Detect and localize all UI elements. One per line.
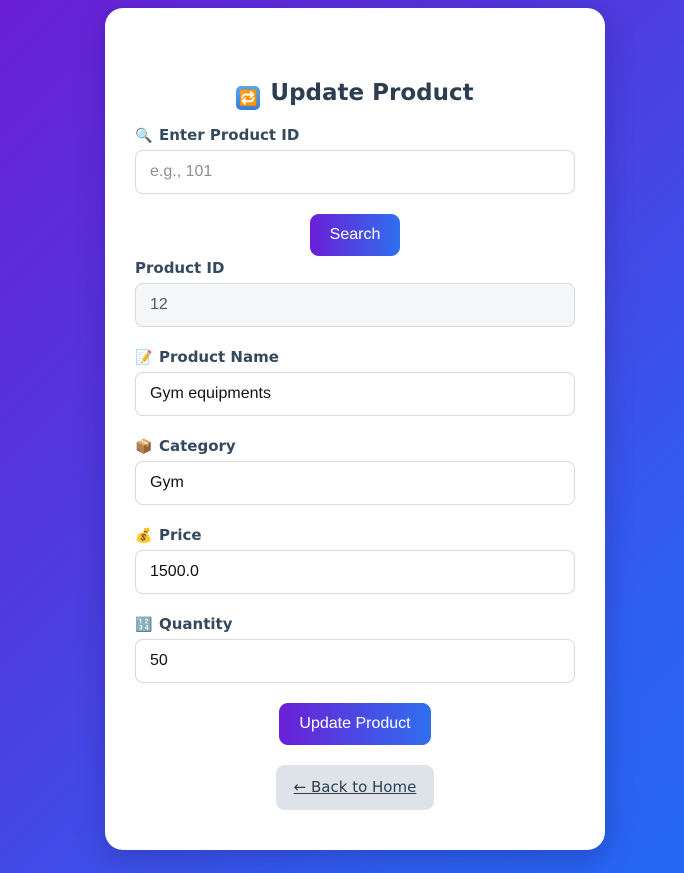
search-button[interactable]: Search — [310, 214, 400, 256]
category-label-text: Category — [159, 437, 236, 455]
update-product-button[interactable]: Update Product — [279, 703, 431, 745]
price-input[interactable] — [135, 550, 575, 594]
repeat-icon: 🔁 — [236, 86, 261, 110]
magnifier-icon: 🔍 — [135, 128, 153, 144]
product-id-label: Product ID — [135, 258, 224, 278]
search-label: 🔍 Enter Product ID — [135, 125, 299, 145]
product-id-field — [135, 283, 575, 327]
update-product-card: 🔁 Update Product 🔍 Enter Product ID Search… — [105, 8, 605, 850]
package-icon: 📦 — [135, 439, 153, 455]
product-name-label-text: Product Name — [159, 348, 279, 366]
category-label: 📦 Category — [135, 436, 236, 456]
memo-icon: 📝 — [135, 350, 153, 366]
quantity-input[interactable] — [135, 639, 575, 683]
back-to-home-link[interactable]: ← Back to Home — [276, 765, 434, 810]
product-name-label: 📝 Product Name — [135, 347, 279, 367]
category-input[interactable] — [135, 461, 575, 505]
quantity-label-text: Quantity — [159, 615, 233, 633]
page-title: 🔁 Update Product — [105, 76, 605, 110]
money-bag-icon: 💰 — [135, 528, 153, 544]
product-name-input[interactable] — [135, 372, 575, 416]
product-id-label-text: Product ID — [135, 259, 225, 277]
price-label: 💰 Price — [135, 525, 202, 545]
price-label-text: Price — [159, 526, 202, 544]
quantity-label: 🔢 Quantity — [135, 614, 233, 634]
search-label-text: Enter Product ID — [159, 126, 300, 144]
search-product-id-input[interactable] — [135, 150, 575, 194]
numbers-icon: 🔢 — [135, 617, 153, 633]
page-title-text: Update Product — [270, 80, 474, 106]
